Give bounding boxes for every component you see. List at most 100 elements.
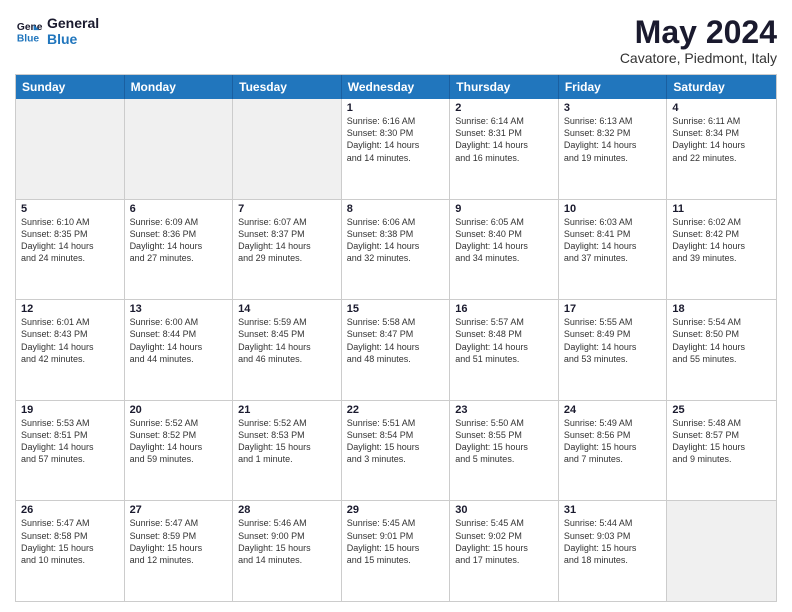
location-subtitle: Cavatore, Piedmont, Italy [620,50,777,66]
cell-info: Sunrise: 5:53 AM Sunset: 8:51 PM Dayligh… [21,417,119,466]
day-header: Sunday [16,75,125,99]
calendar-cell: 24Sunrise: 5:49 AM Sunset: 8:56 PM Dayli… [559,401,668,501]
day-header: Monday [125,75,234,99]
calendar-cell: 25Sunrise: 5:48 AM Sunset: 8:57 PM Dayli… [667,401,776,501]
cell-info: Sunrise: 6:07 AM Sunset: 8:37 PM Dayligh… [238,216,336,265]
day-number: 21 [238,404,336,416]
cell-info: Sunrise: 6:06 AM Sunset: 8:38 PM Dayligh… [347,216,445,265]
cell-info: Sunrise: 6:10 AM Sunset: 8:35 PM Dayligh… [21,216,119,265]
cell-info: Sunrise: 6:00 AM Sunset: 8:44 PM Dayligh… [130,316,228,365]
cell-info: Sunrise: 5:46 AM Sunset: 9:00 PM Dayligh… [238,517,336,566]
day-number: 17 [564,303,662,315]
svg-text:Blue: Blue [17,33,40,44]
calendar-cell: 5Sunrise: 6:10 AM Sunset: 8:35 PM Daylig… [16,200,125,300]
day-header: Saturday [667,75,776,99]
calendar-cell: 22Sunrise: 5:51 AM Sunset: 8:54 PM Dayli… [342,401,451,501]
cell-info: Sunrise: 5:55 AM Sunset: 8:49 PM Dayligh… [564,316,662,365]
cell-info: Sunrise: 5:48 AM Sunset: 8:57 PM Dayligh… [672,417,771,466]
day-number: 5 [21,203,119,215]
logo-text: General Blue [47,15,99,47]
cell-info: Sunrise: 6:16 AM Sunset: 8:30 PM Dayligh… [347,115,445,164]
day-number: 10 [564,203,662,215]
calendar-cell: 23Sunrise: 5:50 AM Sunset: 8:55 PM Dayli… [450,401,559,501]
cell-info: Sunrise: 6:01 AM Sunset: 8:43 PM Dayligh… [21,316,119,365]
calendar-page: General Blue General Blue May 2024 Cavat… [0,0,792,612]
calendar-cell: 20Sunrise: 5:52 AM Sunset: 8:52 PM Dayli… [125,401,234,501]
calendar-cell: 26Sunrise: 5:47 AM Sunset: 8:58 PM Dayli… [16,501,125,601]
cell-info: Sunrise: 5:49 AM Sunset: 8:56 PM Dayligh… [564,417,662,466]
title-section: May 2024 Cavatore, Piedmont, Italy [620,15,777,66]
cell-info: Sunrise: 5:50 AM Sunset: 8:55 PM Dayligh… [455,417,553,466]
calendar-cell: 30Sunrise: 5:45 AM Sunset: 9:02 PM Dayli… [450,501,559,601]
day-number: 15 [347,303,445,315]
cell-info: Sunrise: 6:05 AM Sunset: 8:40 PM Dayligh… [455,216,553,265]
calendar-cell: 16Sunrise: 5:57 AM Sunset: 8:48 PM Dayli… [450,300,559,400]
calendar-cell: 6Sunrise: 6:09 AM Sunset: 8:36 PM Daylig… [125,200,234,300]
day-number: 16 [455,303,553,315]
calendar-row: 5Sunrise: 6:10 AM Sunset: 8:35 PM Daylig… [16,200,776,301]
header: General Blue General Blue May 2024 Cavat… [15,15,777,66]
calendar-cell: 15Sunrise: 5:58 AM Sunset: 8:47 PM Dayli… [342,300,451,400]
day-number: 7 [238,203,336,215]
cell-info: Sunrise: 5:52 AM Sunset: 8:52 PM Dayligh… [130,417,228,466]
month-title: May 2024 [620,15,777,50]
day-headers: SundayMondayTuesdayWednesdayThursdayFrid… [16,75,776,99]
calendar-cell [233,99,342,199]
calendar-cell: 7Sunrise: 6:07 AM Sunset: 8:37 PM Daylig… [233,200,342,300]
day-number: 13 [130,303,228,315]
cell-info: Sunrise: 5:58 AM Sunset: 8:47 PM Dayligh… [347,316,445,365]
cell-info: Sunrise: 5:45 AM Sunset: 9:02 PM Dayligh… [455,517,553,566]
day-number: 4 [672,102,771,114]
calendar-cell [125,99,234,199]
day-number: 24 [564,404,662,416]
calendar-cell: 8Sunrise: 6:06 AM Sunset: 8:38 PM Daylig… [342,200,451,300]
cell-info: Sunrise: 5:54 AM Sunset: 8:50 PM Dayligh… [672,316,771,365]
cell-info: Sunrise: 5:57 AM Sunset: 8:48 PM Dayligh… [455,316,553,365]
calendar-cell: 11Sunrise: 6:02 AM Sunset: 8:42 PM Dayli… [667,200,776,300]
calendar-row: 1Sunrise: 6:16 AM Sunset: 8:30 PM Daylig… [16,99,776,200]
day-number: 12 [21,303,119,315]
day-number: 3 [564,102,662,114]
cell-info: Sunrise: 6:02 AM Sunset: 8:42 PM Dayligh… [672,216,771,265]
calendar-cell: 29Sunrise: 5:45 AM Sunset: 9:01 PM Dayli… [342,501,451,601]
cell-info: Sunrise: 5:45 AM Sunset: 9:01 PM Dayligh… [347,517,445,566]
cell-info: Sunrise: 6:09 AM Sunset: 8:36 PM Dayligh… [130,216,228,265]
calendar-cell: 4Sunrise: 6:11 AM Sunset: 8:34 PM Daylig… [667,99,776,199]
day-number: 31 [564,504,662,516]
calendar-cell: 21Sunrise: 5:52 AM Sunset: 8:53 PM Dayli… [233,401,342,501]
day-header: Friday [559,75,668,99]
calendar-cell: 27Sunrise: 5:47 AM Sunset: 8:59 PM Dayli… [125,501,234,601]
cell-info: Sunrise: 5:51 AM Sunset: 8:54 PM Dayligh… [347,417,445,466]
cell-info: Sunrise: 5:47 AM Sunset: 8:59 PM Dayligh… [130,517,228,566]
logo: General Blue General Blue [15,15,99,47]
calendar-cell: 31Sunrise: 5:44 AM Sunset: 9:03 PM Dayli… [559,501,668,601]
calendar-cell [16,99,125,199]
logo-icon: General Blue [15,17,43,45]
day-number: 14 [238,303,336,315]
calendar-cell: 9Sunrise: 6:05 AM Sunset: 8:40 PM Daylig… [450,200,559,300]
day-number: 25 [672,404,771,416]
calendar-cell: 10Sunrise: 6:03 AM Sunset: 8:41 PM Dayli… [559,200,668,300]
day-number: 23 [455,404,553,416]
day-number: 19 [21,404,119,416]
day-number: 8 [347,203,445,215]
calendar-cell: 17Sunrise: 5:55 AM Sunset: 8:49 PM Dayli… [559,300,668,400]
calendar-row: 19Sunrise: 5:53 AM Sunset: 8:51 PM Dayli… [16,401,776,502]
calendar: SundayMondayTuesdayWednesdayThursdayFrid… [15,74,777,602]
calendar-row: 26Sunrise: 5:47 AM Sunset: 8:58 PM Dayli… [16,501,776,601]
day-number: 2 [455,102,553,114]
day-number: 6 [130,203,228,215]
calendar-cell: 2Sunrise: 6:14 AM Sunset: 8:31 PM Daylig… [450,99,559,199]
calendar-cell: 1Sunrise: 6:16 AM Sunset: 8:30 PM Daylig… [342,99,451,199]
cell-info: Sunrise: 6:14 AM Sunset: 8:31 PM Dayligh… [455,115,553,164]
svg-text:General: General [17,22,43,33]
day-number: 22 [347,404,445,416]
day-number: 26 [21,504,119,516]
calendar-cell: 19Sunrise: 5:53 AM Sunset: 8:51 PM Dayli… [16,401,125,501]
cell-info: Sunrise: 5:59 AM Sunset: 8:45 PM Dayligh… [238,316,336,365]
cell-info: Sunrise: 5:47 AM Sunset: 8:58 PM Dayligh… [21,517,119,566]
day-number: 30 [455,504,553,516]
calendar-row: 12Sunrise: 6:01 AM Sunset: 8:43 PM Dayli… [16,300,776,401]
calendar-cell: 28Sunrise: 5:46 AM Sunset: 9:00 PM Dayli… [233,501,342,601]
day-header: Thursday [450,75,559,99]
